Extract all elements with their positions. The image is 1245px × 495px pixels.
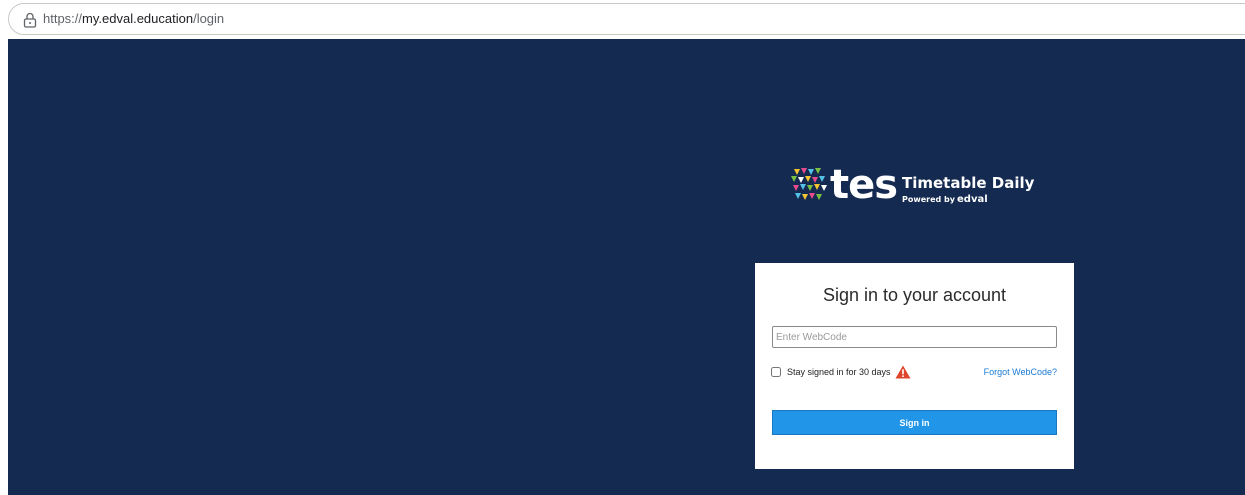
edval-wordmark: edval bbox=[957, 194, 988, 205]
powered-by: Powered by edval bbox=[902, 194, 988, 205]
product-name: Timetable Daily bbox=[902, 174, 1035, 192]
url-text[interactable]: https://my.edval.education/login bbox=[43, 4, 224, 34]
sign-in-card: Sign in to your account Stay signed in f… bbox=[755, 263, 1074, 469]
tes-wordmark: tes bbox=[830, 162, 898, 208]
stay-signed-in-option[interactable]: Stay signed in for 30 days bbox=[771, 364, 911, 380]
sign-in-button[interactable]: Sign in bbox=[772, 410, 1057, 435]
url-path: /login bbox=[193, 11, 225, 26]
warning-icon[interactable] bbox=[895, 365, 911, 379]
address-bar[interactable]: https://my.edval.education/login bbox=[8, 3, 1245, 35]
url-scheme: https:// bbox=[43, 11, 83, 26]
stay-signed-in-checkbox[interactable] bbox=[771, 367, 781, 377]
brand-logo: tes Timetable Daily Powered by edval bbox=[790, 161, 1050, 213]
tes-logo-mark-icon bbox=[791, 168, 827, 200]
sign-in-title: Sign in to your account bbox=[822, 285, 1007, 305]
login-page: tes Timetable Daily Powered by edval Sign… bbox=[8, 39, 1245, 495]
webcode-input[interactable] bbox=[772, 326, 1057, 348]
lock-icon bbox=[23, 12, 37, 28]
stay-signed-in-label: Stay signed in for 30 days bbox=[787, 367, 891, 377]
forgot-webcode-link[interactable]: Forgot WebCode? bbox=[984, 367, 1057, 377]
powered-by-label: Powered by bbox=[902, 195, 955, 204]
url-host: my.edval.education bbox=[82, 11, 194, 26]
